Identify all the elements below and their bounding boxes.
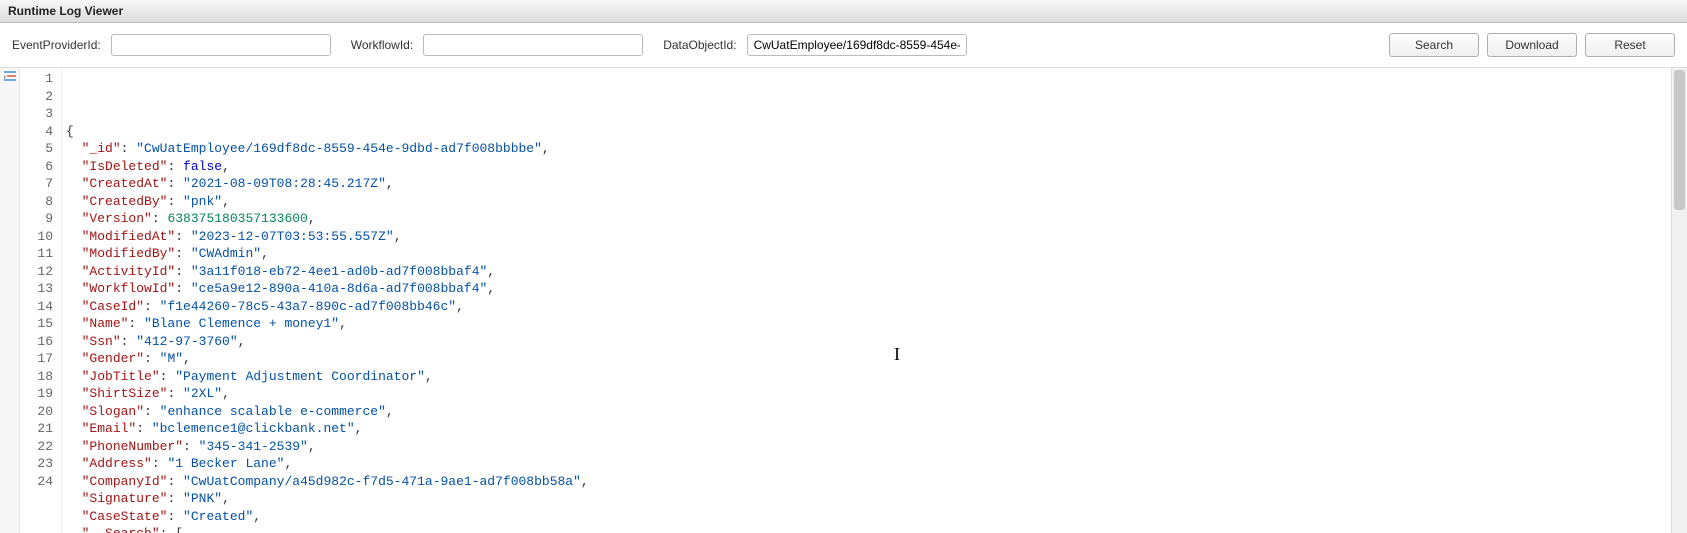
line-number: 3 bbox=[22, 105, 53, 123]
line-number: 11 bbox=[22, 245, 53, 263]
editor-action-gutter bbox=[0, 68, 20, 533]
window-title: Runtime Log Viewer bbox=[8, 4, 123, 18]
line-number: 24 bbox=[22, 473, 53, 491]
line-number: 23 bbox=[22, 455, 53, 473]
line-number: 13 bbox=[22, 280, 53, 298]
code-line: "CaseId": "f1e44260-78c5-43a7-890c-ad7f0… bbox=[66, 298, 1667, 316]
line-number: 4 bbox=[22, 123, 53, 141]
code-line: "WorkflowId": "ce5a9e12-890a-410a-8d6a-a… bbox=[66, 280, 1667, 298]
vertical-scrollbar[interactable] bbox=[1671, 68, 1687, 533]
code-line: "ModifiedBy": "CWAdmin", bbox=[66, 245, 1667, 263]
line-number: 6 bbox=[22, 158, 53, 176]
filter-toolbar: EventProviderId: WorkflowId: DataObjectI… bbox=[0, 23, 1687, 68]
line-number: 8 bbox=[22, 193, 53, 211]
code-line: "Ssn": "412-97-3760", bbox=[66, 333, 1667, 351]
code-line: "Name": "Blane Clemence + money1", bbox=[66, 315, 1667, 333]
code-line: "ActivityId": "3a11f018-eb72-4ee1-ad0b-a… bbox=[66, 263, 1667, 281]
reset-button[interactable]: Reset bbox=[1585, 33, 1675, 57]
workflow-label: WorkflowId: bbox=[351, 38, 413, 52]
code-line: "ShirtSize": "2XL", bbox=[66, 385, 1667, 403]
code-line: "Email": "bclemence1@clickbank.net", bbox=[66, 420, 1667, 438]
line-number: 7 bbox=[22, 175, 53, 193]
code-line: "IsDeleted": false, bbox=[66, 158, 1667, 176]
format-indent-icon[interactable] bbox=[3, 73, 17, 87]
line-number-gutter: 123456789101112131415161718192021222324 bbox=[20, 68, 62, 533]
line-number: 12 bbox=[22, 263, 53, 281]
line-number: 16 bbox=[22, 333, 53, 351]
line-number: 1 bbox=[22, 70, 53, 88]
text-cursor: I bbox=[894, 346, 900, 364]
line-number: 18 bbox=[22, 368, 53, 386]
line-number: 20 bbox=[22, 403, 53, 421]
line-number: 22 bbox=[22, 438, 53, 456]
code-line: "CreatedAt": "2021-08-09T08:28:45.217Z", bbox=[66, 175, 1667, 193]
code-line: "ModifiedAt": "2023-12-07T03:53:55.557Z"… bbox=[66, 228, 1667, 246]
line-number: 14 bbox=[22, 298, 53, 316]
dataobject-label: DataObjectId: bbox=[663, 38, 736, 52]
line-number: 17 bbox=[22, 350, 53, 368]
line-number: 2 bbox=[22, 88, 53, 106]
code-editor[interactable]: 123456789101112131415161718192021222324 … bbox=[0, 68, 1687, 533]
workflow-input[interactable] bbox=[423, 34, 643, 56]
code-line: "CaseState": "Created", bbox=[66, 508, 1667, 526]
code-line: { bbox=[66, 123, 1667, 141]
dataobject-input[interactable] bbox=[747, 34, 967, 56]
line-number: 21 bbox=[22, 420, 53, 438]
code-line: "CreatedBy": "pnk", bbox=[66, 193, 1667, 211]
download-button[interactable]: Download bbox=[1487, 33, 1577, 57]
code-line: "Gender": "M", bbox=[66, 350, 1667, 368]
line-number: 5 bbox=[22, 140, 53, 158]
code-line: "Version": 638375180357133600, bbox=[66, 210, 1667, 228]
window-titlebar: Runtime Log Viewer bbox=[0, 0, 1687, 23]
code-line: "JobTitle": "Payment Adjustment Coordina… bbox=[66, 368, 1667, 386]
code-line: "Signature": "PNK", bbox=[66, 490, 1667, 508]
code-line: "Address": "1 Becker Lane", bbox=[66, 455, 1667, 473]
line-number: 9 bbox=[22, 210, 53, 228]
code-line: "Slogan": "enhance scalable e-commerce", bbox=[66, 403, 1667, 421]
scrollbar-thumb[interactable] bbox=[1674, 70, 1685, 210]
code-line: "PhoneNumber": "345-341-2539", bbox=[66, 438, 1667, 456]
code-area[interactable]: I { "_id": "CwUatEmployee/169df8dc-8559-… bbox=[62, 68, 1671, 533]
line-number: 19 bbox=[22, 385, 53, 403]
code-line: " Search": [ bbox=[66, 525, 1667, 533]
eventprovider-label: EventProviderId: bbox=[12, 38, 101, 52]
eventprovider-input[interactable] bbox=[111, 34, 331, 56]
search-button[interactable]: Search bbox=[1389, 33, 1479, 57]
code-line: "_id": "CwUatEmployee/169df8dc-8559-454e… bbox=[66, 140, 1667, 158]
line-number: 15 bbox=[22, 315, 53, 333]
code-line: "CompanyId": "CwUatCompany/a45d982c-f7d5… bbox=[66, 473, 1667, 491]
line-number: 10 bbox=[22, 228, 53, 246]
